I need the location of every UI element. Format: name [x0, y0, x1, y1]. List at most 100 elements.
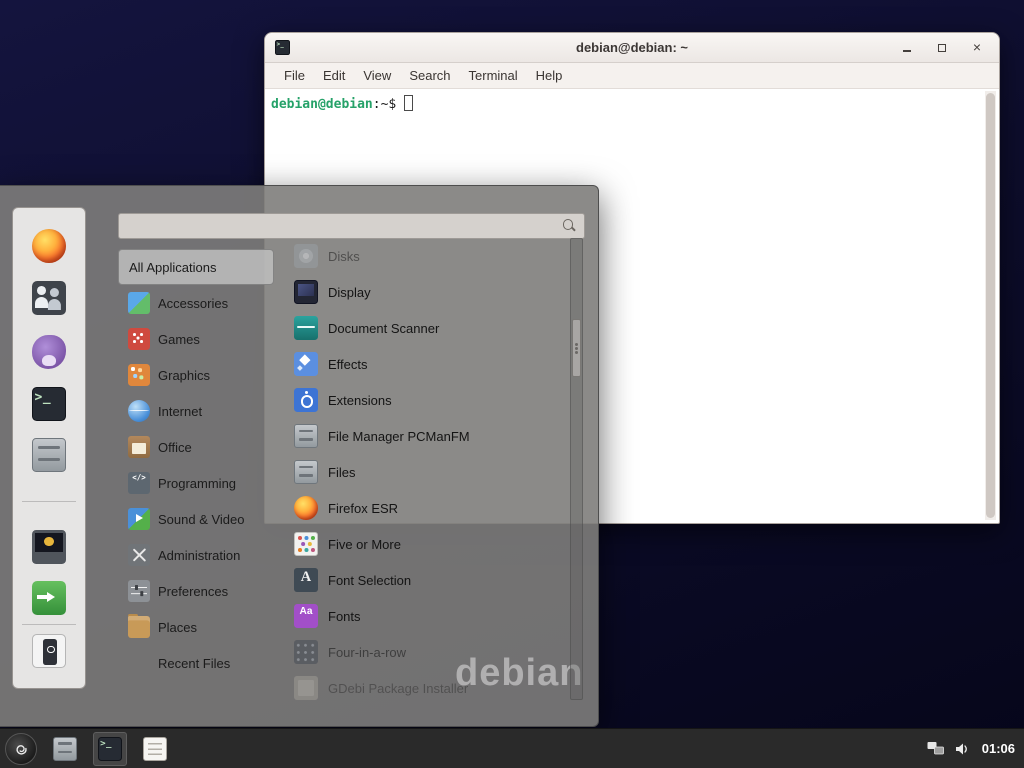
category-office[interactable]: Office	[118, 429, 274, 465]
app-fonts[interactable]: Fonts	[288, 598, 568, 634]
app-firefox-esr[interactable]: Firefox ESR	[288, 490, 568, 526]
category-label: Recent Files	[158, 656, 230, 671]
app-extensions[interactable]: Extensions	[288, 382, 568, 418]
programming-icon	[128, 472, 150, 494]
places-icon	[128, 616, 150, 638]
category-label: Preferences	[158, 584, 228, 599]
category-label: Games	[158, 332, 200, 347]
app-five-or-more[interactable]: Five or More	[288, 526, 568, 562]
app-label: Extensions	[328, 393, 392, 408]
app-font-selection[interactable]: Font Selection	[288, 562, 568, 598]
display-icon	[294, 280, 318, 304]
favorite-logout[interactable]	[32, 581, 66, 615]
menu-terminal[interactable]: Terminal	[460, 68, 527, 83]
favorite-shutdown[interactable]	[32, 634, 66, 668]
app-label: Font Selection	[328, 573, 411, 588]
app-label: Files	[328, 465, 355, 480]
apps-scrollbar[interactable]	[570, 238, 583, 700]
app-label: Fonts	[328, 609, 361, 624]
search-icon[interactable]	[562, 219, 577, 234]
app-label: Five or More	[328, 537, 401, 552]
app-file-manager-pcmanfm[interactable]: File Manager PCManFM	[288, 418, 568, 454]
text-editor-icon	[143, 737, 167, 761]
close-icon[interactable]: ×	[971, 42, 983, 54]
system-tray: 01:06	[927, 741, 1024, 756]
file-cabinet-icon	[294, 460, 318, 484]
favorite-file-manager[interactable]	[32, 438, 66, 472]
category-preferences[interactable]: Preferences	[118, 573, 274, 609]
app-four-in-a-row[interactable]: Four-in-a-row	[288, 634, 568, 670]
apps-scrollbar-thumb[interactable]	[572, 319, 581, 377]
taskbar-terminal[interactable]	[93, 732, 127, 766]
file-manager-icon	[53, 737, 77, 761]
terminal-scrollbar[interactable]	[985, 91, 996, 520]
administration-icon	[128, 544, 150, 566]
app-label: GDebi Package Installer	[328, 681, 468, 696]
maximize-icon[interactable]	[936, 42, 948, 54]
category-accessories[interactable]: Accessories	[118, 285, 274, 321]
app-disks[interactable]: Disks	[288, 238, 568, 274]
category-games[interactable]: Games	[118, 321, 274, 357]
menu-button[interactable]	[5, 733, 37, 765]
debian-swirl-icon	[12, 740, 30, 758]
favorite-users[interactable]	[32, 281, 66, 315]
menu-file[interactable]: File	[275, 68, 314, 83]
menu-view[interactable]: View	[354, 68, 400, 83]
category-places[interactable]: Places	[118, 609, 274, 645]
internet-icon	[128, 400, 150, 422]
taskbar-text-editor[interactable]	[138, 732, 172, 766]
app-display[interactable]: Display	[288, 274, 568, 310]
effects-icon	[294, 352, 318, 376]
category-label: Programming	[158, 476, 236, 491]
clock[interactable]: 01:06	[982, 741, 1015, 756]
category-sound-video[interactable]: Sound & Video	[118, 501, 274, 537]
category-graphics[interactable]: Graphics	[118, 357, 274, 393]
favorites-divider	[22, 501, 76, 502]
category-programming[interactable]: Programming	[118, 465, 274, 501]
taskbar-file-manager[interactable]	[48, 732, 82, 766]
terminal-titlebar[interactable]: debian@debian: ~ ×	[265, 33, 999, 63]
category-internet[interactable]: Internet	[118, 393, 274, 429]
games-icon	[128, 328, 150, 350]
app-gdebi-package-installer[interactable]: GDebi Package Installer	[288, 670, 568, 706]
terminal-scrollbar-thumb[interactable]	[986, 93, 995, 518]
pidgin-icon	[32, 335, 66, 369]
app-effects[interactable]: Effects	[288, 346, 568, 382]
category-label: Accessories	[158, 296, 228, 311]
category-label: Sound & Video	[158, 512, 245, 527]
extensions-icon	[294, 388, 318, 412]
terminal-menubar: File Edit View Search Terminal Help	[265, 63, 999, 89]
category-administration[interactable]: Administration	[118, 537, 274, 573]
network-icon[interactable]	[927, 741, 944, 756]
favorite-terminal[interactable]	[32, 387, 66, 421]
graphics-icon	[128, 364, 150, 386]
terminal-icon	[32, 387, 66, 421]
category-label: Graphics	[158, 368, 210, 383]
search-input[interactable]	[126, 214, 562, 238]
volume-icon[interactable]	[955, 742, 971, 756]
menu-help[interactable]: Help	[527, 68, 572, 83]
prompt-user: debian@debian	[271, 97, 373, 112]
firefox-icon	[294, 496, 318, 520]
menu-edit[interactable]: Edit	[314, 68, 354, 83]
screensaver-icon	[32, 530, 66, 564]
firefox-icon	[32, 229, 66, 263]
application-menu: debian All Applications Accessories	[0, 185, 599, 727]
app-label: Effects	[328, 357, 368, 372]
app-document-scanner[interactable]: Document Scanner	[288, 310, 568, 346]
minimize-icon[interactable]	[901, 42, 913, 54]
favorite-pidgin[interactable]	[32, 335, 66, 369]
five-or-more-icon	[294, 532, 318, 556]
app-label: Four-in-a-row	[328, 645, 406, 660]
category-recent-files[interactable]: Recent Files	[118, 645, 274, 681]
accessories-icon	[128, 292, 150, 314]
category-label: Office	[158, 440, 192, 455]
menu-search[interactable]: Search	[400, 68, 459, 83]
terminal-cursor	[404, 95, 413, 111]
app-label: File Manager PCManFM	[328, 429, 470, 444]
category-all-applications[interactable]: All Applications	[118, 249, 274, 285]
favorite-lock-screen[interactable]	[32, 530, 66, 564]
search-bar	[118, 213, 585, 239]
favorite-firefox[interactable]	[32, 229, 66, 263]
app-files[interactable]: Files	[288, 454, 568, 490]
